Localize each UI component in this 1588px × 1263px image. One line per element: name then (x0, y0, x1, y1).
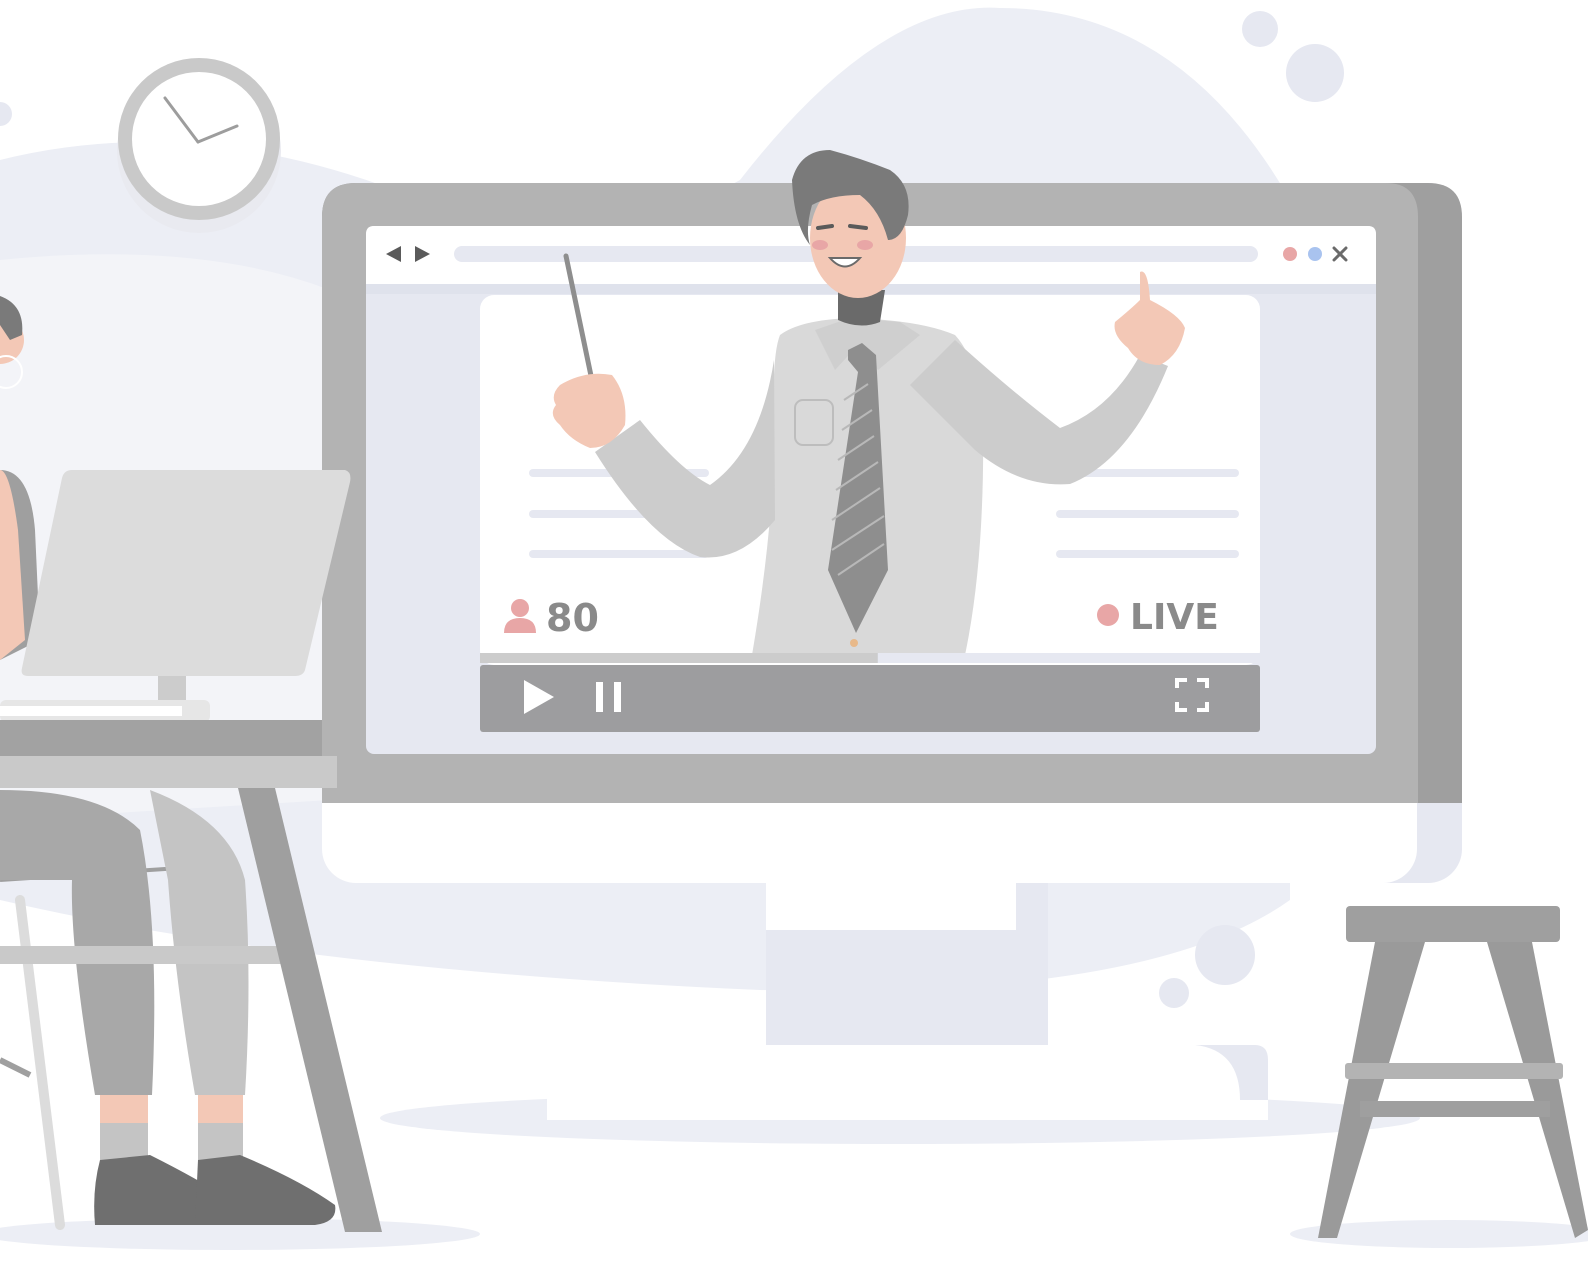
stool (1318, 906, 1588, 1238)
bubble (1195, 925, 1255, 985)
live-indicator-dot (1097, 604, 1119, 626)
bubble (1242, 11, 1278, 47)
viewer-count: 80 (546, 596, 599, 640)
bubble (1159, 978, 1189, 1008)
window-dot-red[interactable] (1283, 247, 1297, 261)
progress-fill (480, 653, 878, 663)
wall-clock-icon (117, 58, 281, 233)
window-dot-blue[interactable] (1308, 247, 1322, 261)
online-lecture-illustration: 80 LIVE (0, 7, 1588, 1250)
live-label: LIVE (1130, 597, 1219, 638)
bubble (1286, 44, 1344, 102)
bubble (0, 102, 12, 126)
